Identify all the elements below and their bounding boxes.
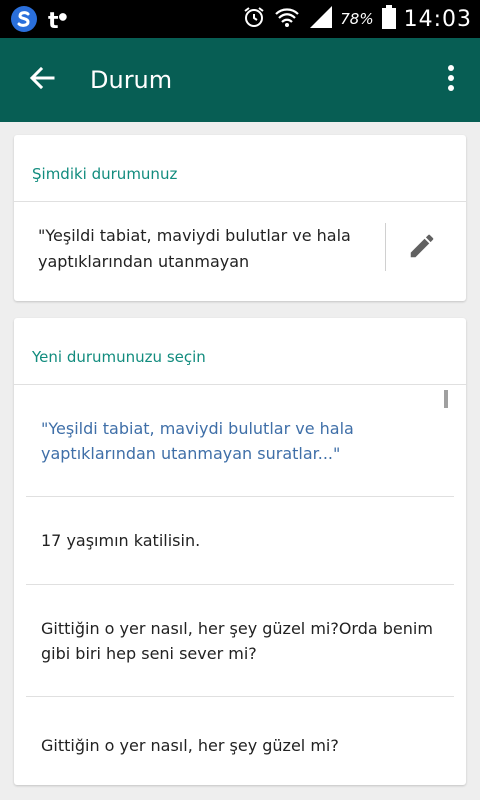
system-icons: 78% 14:03 [242,0,472,38]
back-button[interactable] [22,60,62,100]
status-list: "Yeşildi tabiat, maviydi bulutlar ve hal… [14,385,466,785]
signal-icon [308,6,333,32]
pencil-icon [407,231,437,265]
app-toolbar: Durum [0,38,480,122]
more-vert-icon [447,65,455,95]
list-item-text: Gittiğin o yer nasıl, her şey güzel mi?O… [41,618,433,663]
status-list-item[interactable]: 17 yaşımın katilisin. [14,497,466,584]
choose-status-label: Yeni durumunuzu seçin [32,348,206,366]
current-status-card: Şimdiki durumunuz "Yeşildi tabiat, maviy… [14,135,466,301]
app-s-icon [10,5,38,37]
alarm-icon [242,5,266,33]
clock: 14:03 [403,6,472,32]
page-title: Durum [90,66,173,94]
choose-status-card: Yeni durumunuzu seçin "Yeşildi tabiat, m… [14,318,466,785]
arrow-left-icon [29,65,55,95]
overflow-menu-button[interactable] [440,60,462,100]
list-item-text: Gittiğin o yer nasıl, her şey güzel mi? [41,735,339,755]
status-list-item-selected[interactable]: "Yeşildi tabiat, maviydi bulutlar ve hal… [14,385,466,496]
divider [14,201,466,202]
current-status-text[interactable]: "Yeşildi tabiat, maviydi bulutlar ve hal… [38,223,373,275]
current-status-label: Şimdiki durumunuz [32,165,178,183]
status-list-item[interactable]: Gittiğin o yer nasıl, her şey güzel mi?O… [14,585,466,696]
status-bar: t● 78% 14:03 [0,0,480,38]
battery-percent: 78% [340,10,374,28]
status-list-item[interactable]: Gittiğin o yer nasıl, her şey güzel mi? [14,697,466,785]
notification-icons: t● [10,5,67,37]
list-item-text: "Yeşildi tabiat, maviydi bulutlar ve hal… [41,418,354,463]
vertical-divider [385,223,386,271]
edit-status-button[interactable] [402,228,442,268]
app-t-icon: t● [48,8,68,34]
wifi-icon [274,5,300,33]
list-item-text: 17 yaşımın katilisin. [41,531,201,550]
battery-icon [381,5,396,33]
